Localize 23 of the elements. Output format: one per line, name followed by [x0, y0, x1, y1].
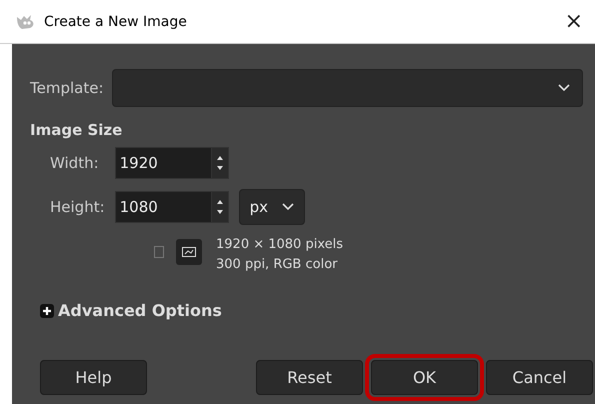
section-heading: Image Size [30, 121, 124, 139]
image-icon [182, 247, 196, 257]
image-info-text: 1920 × 1080 pixels [216, 236, 343, 254]
height-spinbox[interactable]: 1080 [114, 191, 229, 223]
plus-icon [40, 304, 54, 318]
template-label: Template: [30, 79, 104, 97]
width-label: Width: [50, 154, 99, 172]
chevron-down-icon [558, 84, 570, 92]
width-spinbox[interactable]: 1920 [114, 147, 229, 179]
reset-button[interactable]: Reset [256, 360, 363, 395]
app-icon [16, 14, 36, 30]
chevron-down-icon [282, 203, 294, 211]
height-label: Height: [50, 198, 105, 216]
page-icon [154, 246, 164, 258]
image-info-text: 300 ppi, RGB color [216, 256, 338, 274]
cancel-button[interactable]: Cancel [486, 360, 593, 395]
template-dropdown[interactable] [112, 69, 583, 107]
advanced-options-expander[interactable]: Advanced Options [40, 301, 222, 320]
window-title: Create a New Image [44, 14, 188, 30]
help-button[interactable]: Help [40, 360, 147, 395]
landscape-button[interactable] [176, 239, 202, 265]
close-button[interactable]: × [558, 9, 589, 34]
unit-dropdown[interactable]: px [238, 189, 306, 225]
